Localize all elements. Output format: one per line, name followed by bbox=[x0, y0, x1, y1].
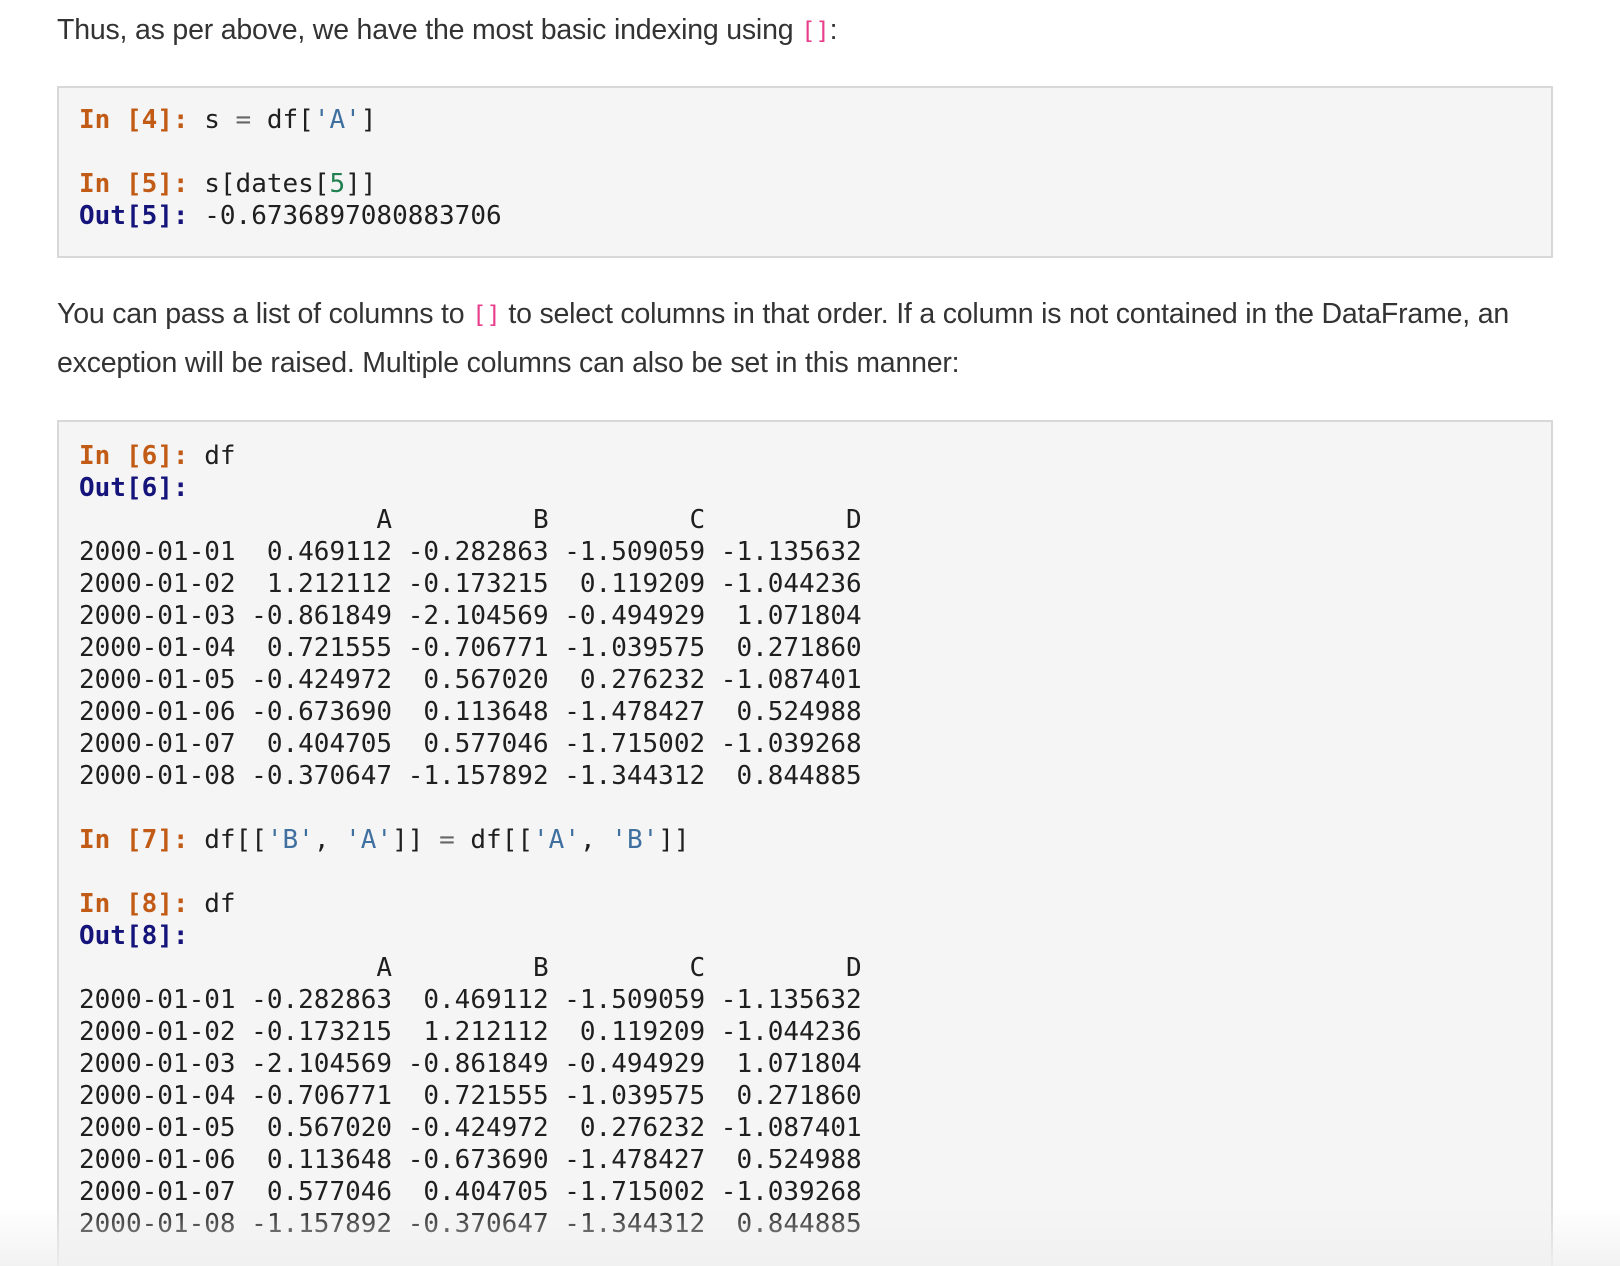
table-header: A B C D bbox=[79, 505, 862, 535]
table-row: 2000-01-07 0.404705 0.577046 -1.715002 -… bbox=[79, 729, 862, 759]
table-row: 2000-01-05 -0.424972 0.567020 0.276232 -… bbox=[79, 665, 862, 695]
code-text: ]] bbox=[392, 825, 440, 855]
code-line-in5: In [5]: s[dates[5]] bbox=[79, 168, 502, 200]
table-row: 2000-01-08 -0.370647 -1.157892 -1.344312… bbox=[79, 761, 862, 791]
table-header: A B C D bbox=[79, 953, 862, 983]
paragraph-text: Thus, as per above, we have the most bas… bbox=[57, 14, 802, 46]
table-row: 2000-01-03 -0.861849 -2.104569 -0.494929… bbox=[79, 601, 862, 631]
code-text: df[[ bbox=[188, 825, 267, 855]
code-block-1: In [4]: s = df['A'] In [5]: s[dates[5]] Ou… bbox=[57, 86, 1553, 258]
code-text: ]] bbox=[345, 169, 377, 199]
paragraph-text: : bbox=[829, 14, 838, 46]
number-literal: 5 bbox=[329, 169, 346, 199]
code-text: , bbox=[579, 825, 612, 855]
code-text: df bbox=[188, 889, 236, 919]
table-row: 2000-01-07 0.577046 0.404705 -1.715002 -… bbox=[79, 1177, 862, 1207]
code-text: df bbox=[188, 441, 236, 471]
table-row: 2000-01-05 0.567020 -0.424972 0.276232 -… bbox=[79, 1113, 862, 1143]
code-text: df[[ bbox=[454, 825, 534, 855]
out-prompt: Out[8]: bbox=[79, 921, 189, 951]
code-text: ]] bbox=[658, 825, 690, 855]
in-prompt: In [6]: bbox=[79, 441, 189, 471]
code-text: df[ bbox=[251, 105, 314, 135]
code-block-2: In [6]: df Out[6]: A B C D 2000-01-01 0.46… bbox=[57, 420, 1553, 1266]
string-literal: 'B' bbox=[611, 825, 659, 855]
string-literal: 'A' bbox=[533, 825, 580, 855]
code-line-out8: Out[8]: bbox=[79, 920, 862, 952]
code-text: ] bbox=[360, 105, 377, 135]
paragraph-text: You can pass a list of columns to bbox=[57, 298, 473, 330]
out-prompt: Out[6]: bbox=[79, 473, 189, 503]
code-line-in8: In [8]: df bbox=[79, 888, 862, 920]
code-listing: In [4]: s = df['A'] In [5]: s[dates[5]] Ou… bbox=[79, 104, 502, 232]
inline-code: [] bbox=[472, 301, 501, 329]
table-row: 2000-01-02 -0.173215 1.212112 0.119209 -… bbox=[79, 1017, 862, 1047]
code-text: , bbox=[313, 825, 346, 855]
in-prompt: In [5]: bbox=[79, 169, 189, 199]
code-line-in7: In [7]: df[['B', 'A']] = df[['A', 'B']] bbox=[79, 824, 862, 856]
table-row: 2000-01-08 -1.157892 -0.370647 -1.344312… bbox=[79, 1209, 862, 1239]
operator: = bbox=[235, 105, 252, 135]
table-row: 2000-01-02 1.212112 -0.173215 0.119209 -… bbox=[79, 569, 862, 599]
in-prompt: In [7]: bbox=[79, 825, 189, 855]
code-text: s bbox=[188, 105, 236, 135]
code-listing: In [6]: df Out[6]: A B C D 2000-01-01 0.46… bbox=[79, 440, 862, 1240]
inline-code: [] bbox=[801, 17, 830, 45]
table-row: 2000-01-06 0.113648 -0.673690 -1.478427 … bbox=[79, 1145, 862, 1175]
code-line-out6: Out[6]: bbox=[79, 472, 862, 504]
table-row: 2000-01-01 0.469112 -0.282863 -1.509059 … bbox=[79, 537, 862, 567]
operator: = bbox=[439, 825, 455, 855]
paragraph-basic-indexing: Thus, as per above, we have the most bas… bbox=[57, 6, 838, 55]
table-row: 2000-01-04 0.721555 -0.706771 -1.039575 … bbox=[79, 633, 862, 663]
code-line-in6: In [6]: df bbox=[79, 440, 862, 472]
string-literal: 'A' bbox=[313, 105, 361, 135]
table-row: 2000-01-01 -0.282863 0.469112 -1.509059 … bbox=[79, 985, 862, 1015]
table-row: 2000-01-03 -2.104569 -0.861849 -0.494929… bbox=[79, 1049, 862, 1079]
string-literal: 'A' bbox=[345, 825, 393, 855]
code-line-out5: Out[5]: -0.6736897080883706 bbox=[79, 200, 502, 232]
table-row: 2000-01-06 -0.673690 0.113648 -1.478427 … bbox=[79, 697, 862, 727]
table-row: 2000-01-04 -0.706771 0.721555 -1.039575 … bbox=[79, 1081, 862, 1111]
paragraph-list-columns: You can pass a list of columns to [] to … bbox=[57, 290, 1557, 387]
string-literal: 'B' bbox=[266, 825, 314, 855]
in-prompt: In [8]: bbox=[79, 889, 189, 919]
code-line-in4: In [4]: s = df['A'] bbox=[79, 104, 502, 136]
output-value: -0.6736897080883706 bbox=[188, 201, 502, 231]
out-prompt: Out[5]: bbox=[79, 201, 189, 231]
in-prompt: In [4]: bbox=[79, 105, 189, 135]
code-text: s[dates[ bbox=[188, 169, 330, 199]
